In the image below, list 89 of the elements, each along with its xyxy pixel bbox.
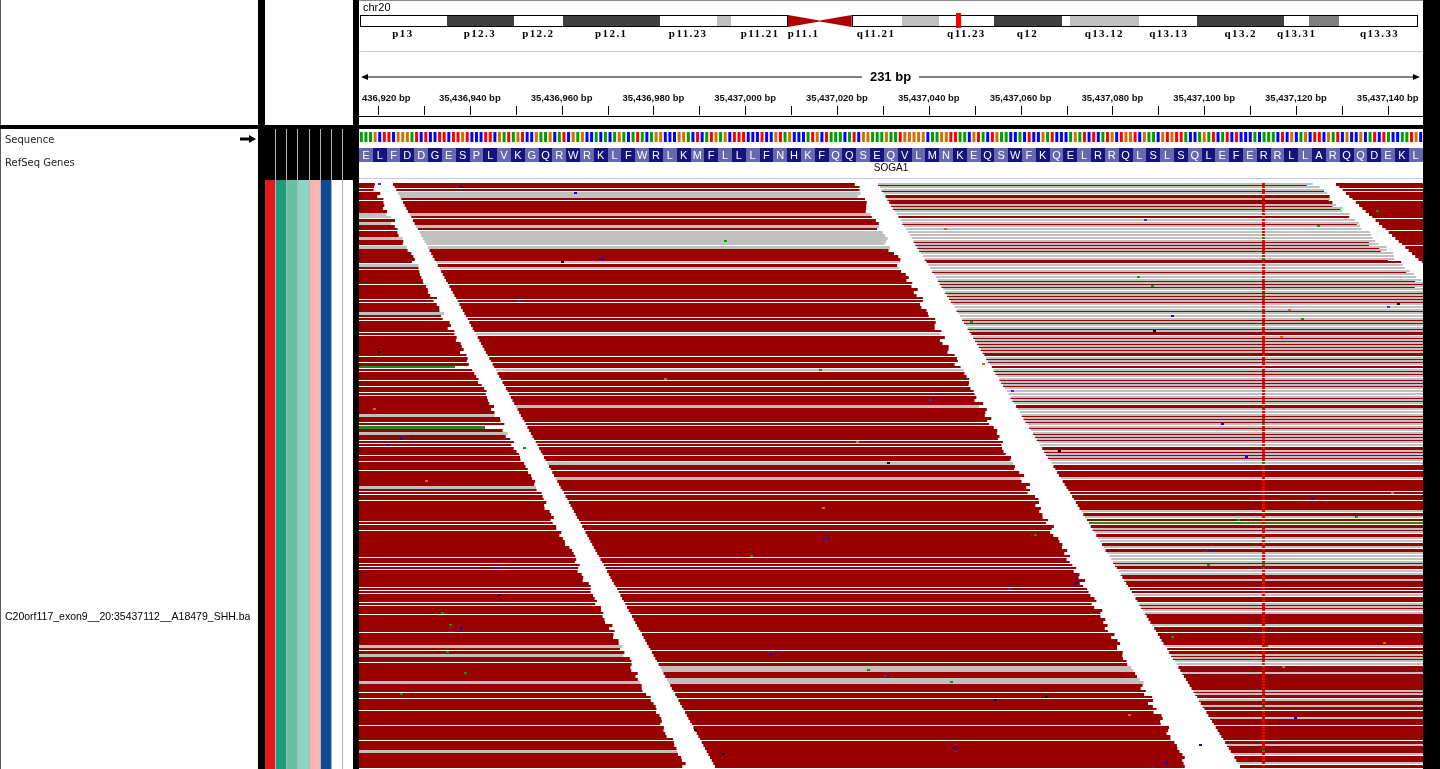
chromosome-name: chr20 <box>362 1 391 14</box>
amino-acid: G <box>428 148 442 162</box>
amino-acid: F <box>704 148 719 162</box>
amino-acid: R <box>1091 148 1105 162</box>
chromosome-band[interactable] <box>851 15 902 27</box>
band-label: p11.23 <box>668 27 708 39</box>
span-length: 231 bp <box>868 69 913 85</box>
chromosome-band[interactable] <box>659 15 717 27</box>
band-label: q13.13 <box>1149 27 1189 39</box>
ruler-tick-label: 436,920 bp <box>362 92 411 104</box>
track-name[interactable]: Sequence <box>5 134 55 145</box>
band-label: q11.21 <box>856 27 896 39</box>
amino-acid: M <box>925 148 940 162</box>
chromosome-band[interactable] <box>940 15 994 27</box>
track-name[interactable]: C20orf117_exon9__20:35437112__A18479_SHH.ba <box>5 611 251 622</box>
band-label: p11.21 <box>740 27 780 39</box>
band-label: p13 <box>392 27 414 39</box>
amino-acid: R <box>649 148 663 162</box>
ruler-tick-label: 35,437,020 bp <box>806 92 868 104</box>
ruler-tick-label: 35,437,140 bp <box>1356 92 1419 104</box>
chromosome-band[interactable] <box>732 15 788 27</box>
amino-acid: W <box>1008 148 1022 162</box>
band-label: p11.1 <box>787 27 820 39</box>
ruler-tick-label: 35,437,100 bp <box>1173 92 1236 104</box>
amino-acid: V <box>497 148 511 162</box>
amino-acid: L <box>483 148 498 162</box>
ruler-tick-label: 35,436,980 bp <box>622 92 685 104</box>
amino-acid: K <box>801 148 815 162</box>
amino-acid: D <box>414 148 429 162</box>
amino-acid: E <box>870 148 884 162</box>
gene-name: SOGA1 <box>873 162 909 173</box>
band-label: q13.2 <box>1224 27 1257 39</box>
ruler-tick-label: 35,437,000 bp <box>714 92 777 104</box>
band-label: p12.3 <box>463 27 497 39</box>
chromosome-band[interactable] <box>1283 15 1309 27</box>
amino-acid: A <box>1312 148 1326 162</box>
ruler-tick-label: 35,437,080 bp <box>1081 92 1144 104</box>
amino-acid: L <box>1298 148 1313 162</box>
amino-acid: H <box>787 148 801 162</box>
amino-acid: E <box>1243 148 1257 162</box>
amino-acid: D <box>400 148 415 162</box>
amino-acid: S <box>1146 148 1161 162</box>
ruler-tick-label: 35,437,040 bp <box>897 92 960 104</box>
amino-acid: Q <box>842 148 857 162</box>
ruler-tick-label: 35,437,120 bp <box>1265 92 1327 104</box>
position-marker-icon <box>956 13 962 28</box>
amino-acid: R <box>580 148 594 162</box>
chromosome-band[interactable] <box>1068 15 1141 27</box>
chromosome-band[interactable] <box>901 15 941 27</box>
band-label: p12.2 <box>522 27 555 39</box>
amino-acid: E <box>1215 148 1230 162</box>
amino-acid: W <box>635 148 650 162</box>
amino-acid: F <box>1229 148 1243 162</box>
ruler-tick-label: 35,437,060 bp <box>989 92 1052 104</box>
amino-acid: E <box>359 148 373 162</box>
amino-acid: N <box>773 148 788 162</box>
band-label: p12.1 <box>595 27 628 39</box>
amino-acid: R <box>552 148 567 162</box>
chromosome-band[interactable] <box>716 15 733 27</box>
chromosome-band[interactable] <box>1061 15 1069 27</box>
amino-acid: L <box>718 148 732 162</box>
amino-acid: F <box>1022 148 1036 162</box>
chromosome-band[interactable] <box>1340 15 1418 27</box>
track-name[interactable]: RefSeq Genes <box>5 157 75 168</box>
ruler-tick-label: 35,436,960 bp <box>530 92 593 104</box>
chromosome-band[interactable] <box>1140 15 1197 27</box>
amino-acid: W <box>566 148 580 162</box>
ruler-tick-label: 35,436,940 bp <box>438 92 501 104</box>
amino-acid: E <box>1381 148 1395 162</box>
amino-acid: L <box>1160 148 1174 162</box>
chromosome-band[interactable] <box>787 15 820 27</box>
chromosome-band[interactable] <box>446 15 515 27</box>
band-label: q13.12 <box>1084 27 1124 39</box>
right-arrow-icon[interactable] <box>240 135 256 143</box>
amino-acid: E <box>1063 148 1078 162</box>
amino-acid: S <box>856 148 871 162</box>
amino-acid: L <box>1077 148 1092 162</box>
chromosome-band[interactable] <box>360 15 447 27</box>
band-label: q12 <box>1016 27 1039 39</box>
chromosome-band[interactable] <box>514 15 564 27</box>
amino-acid: N <box>939 148 953 162</box>
band-label: q13.31 <box>1277 27 1317 39</box>
amino-acid: L <box>1284 148 1299 162</box>
amino-acid: S <box>994 148 1009 162</box>
band-label: q11.23 <box>947 27 986 39</box>
chromosome-band[interactable] <box>1308 15 1341 27</box>
amino-acid: D <box>1367 148 1382 162</box>
band-label: q13.33 <box>1359 27 1400 39</box>
amino-acid: F <box>621 148 636 162</box>
